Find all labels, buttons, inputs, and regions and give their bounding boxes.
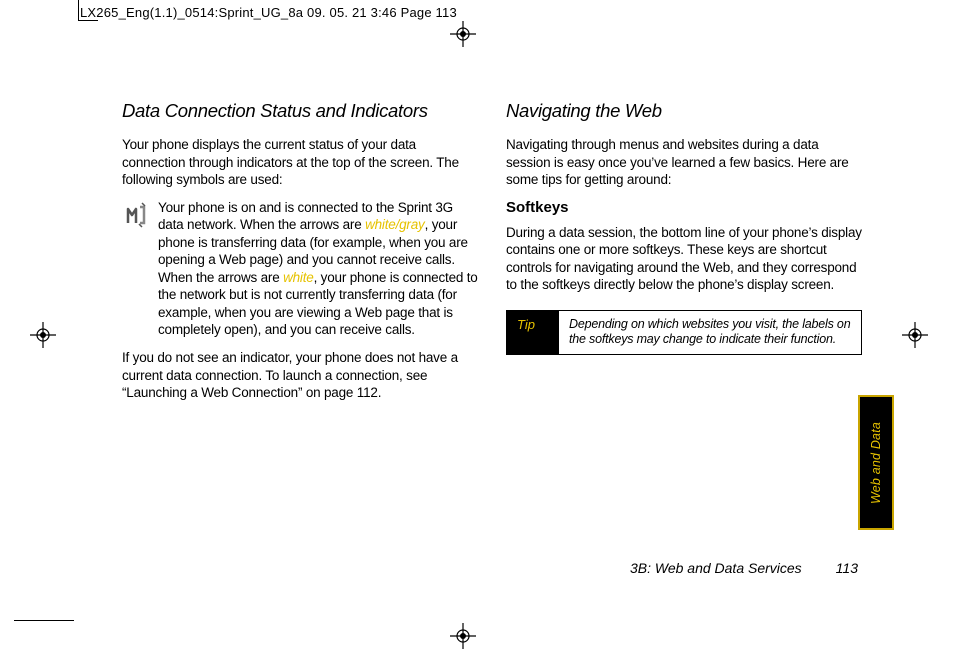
- section-tab-label: Web and Data: [869, 421, 883, 503]
- page-body: Data Connection Status and Indicators Yo…: [122, 100, 862, 412]
- right-column: Navigating the Web Navigating through me…: [506, 100, 862, 412]
- footer-section: 3B: Web and Data Services: [630, 560, 802, 576]
- crop-mark: [14, 620, 74, 621]
- indicator-row: Your phone is on and is connected to the…: [122, 199, 478, 339]
- intro-text: Navigating through menus and websites du…: [506, 136, 862, 189]
- tip-label: Tip: [507, 311, 559, 354]
- signal-3g-icon: [122, 201, 150, 234]
- left-column: Data Connection Status and Indicators Yo…: [122, 100, 478, 412]
- indicator-description: Your phone is on and is connected to the…: [158, 199, 478, 339]
- softkeys-text: During a data session, the bottom line o…: [506, 224, 862, 294]
- register-mark-icon: [902, 322, 928, 348]
- crop-mark: [78, 0, 79, 20]
- accent-text: white: [283, 270, 314, 285]
- section-heading: Navigating the Web: [506, 100, 862, 122]
- tip-callout: Tip Depending on which websites you visi…: [506, 310, 862, 355]
- register-mark-icon: [450, 623, 476, 649]
- intro-text: Your phone displays the current status o…: [122, 136, 478, 189]
- outro-text: If you do not see an indicator, your pho…: [122, 349, 478, 402]
- section-heading: Data Connection Status and Indicators: [122, 100, 478, 122]
- sub-heading: Softkeys: [506, 199, 862, 216]
- print-file-info: LX265_Eng(1.1)_0514:Sprint_UG_8a 09. 05.…: [80, 5, 457, 20]
- page-footer: 3B: Web and Data Services 113: [630, 560, 858, 576]
- section-tab: Web and Data: [858, 395, 894, 530]
- register-mark-icon: [450, 21, 476, 47]
- accent-text: white/gray: [365, 217, 425, 232]
- page-number: 113: [836, 560, 858, 576]
- crop-mark: [78, 20, 98, 21]
- register-mark-icon: [30, 322, 56, 348]
- tip-text: Depending on which websites you visit, t…: [559, 311, 861, 354]
